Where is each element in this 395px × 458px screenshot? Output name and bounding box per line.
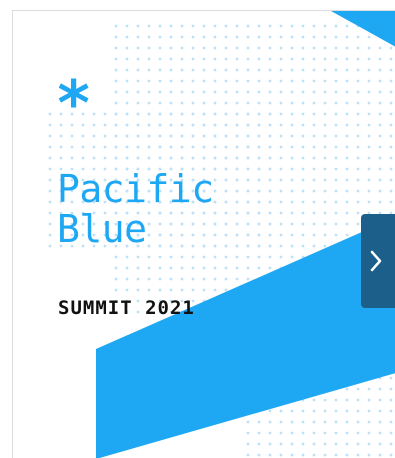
event-title: Pacific Blue bbox=[57, 169, 214, 249]
event-card[interactable]: * Pacific Blue SUMMIT 2021 bbox=[12, 10, 395, 458]
page-frame: * Pacific Blue SUMMIT 2021 bbox=[0, 0, 395, 458]
event-title-line-1: Pacific bbox=[57, 167, 214, 211]
event-subtitle: SUMMIT 2021 bbox=[58, 297, 195, 319]
event-title-line-2: Blue bbox=[57, 207, 147, 251]
chevron-right-icon bbox=[370, 250, 382, 272]
carousel-next-button[interactable] bbox=[361, 214, 395, 308]
asterisk-logo: * bbox=[55, 67, 93, 140]
